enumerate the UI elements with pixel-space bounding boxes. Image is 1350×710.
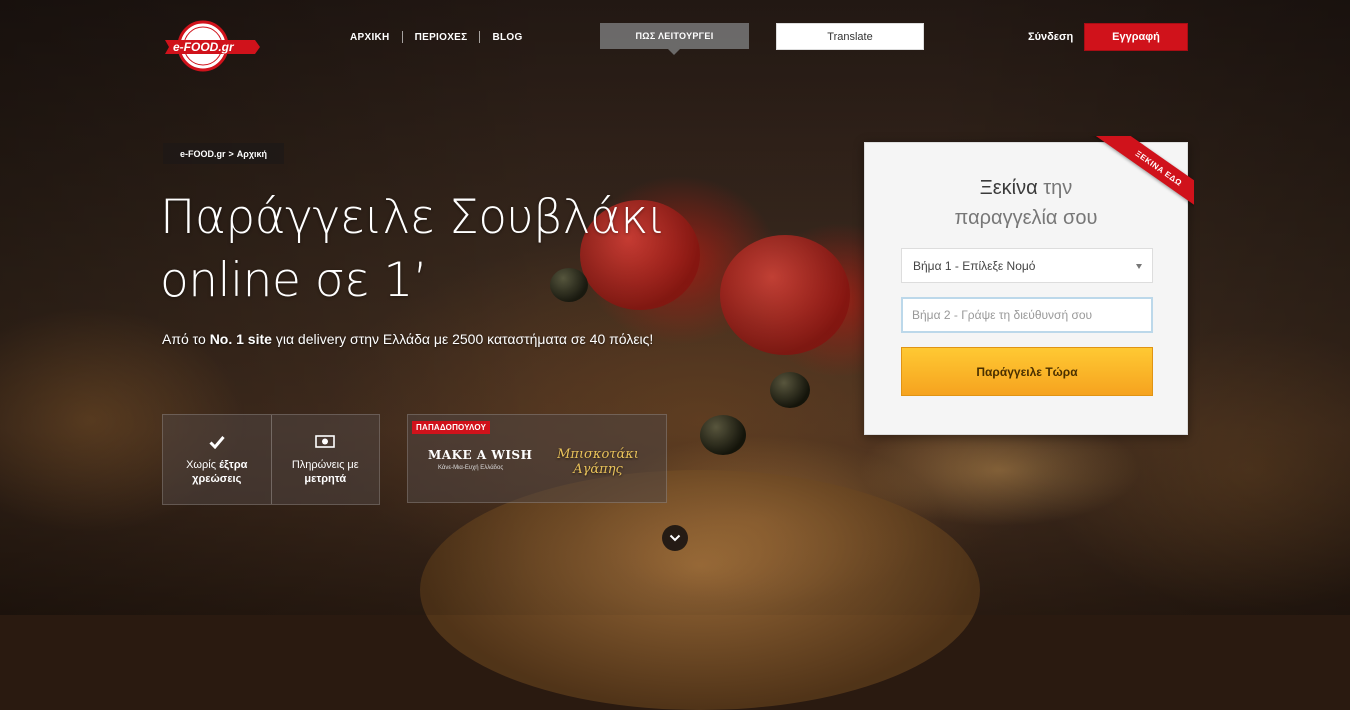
page-title: Παράγγειλε Σουβλάκι online σε 1’ (160, 186, 760, 312)
subtitle-highlight: No. 1 site (209, 331, 272, 347)
main-nav: ΑΡΧΙΚΗ ΠΕΡΙΟΧΕΣ BLOG (350, 31, 523, 43)
hero-subtitle: Από το No. 1 site για delivery στην Ελλά… (162, 331, 653, 347)
region-select-value: Βήμα 1 - Επίλεξε Νομό (913, 258, 1036, 273)
feature-text-bold: μετρητά (304, 472, 347, 485)
feature-text-bold: χρεώσεις (192, 472, 242, 485)
title-strong: Ξεκίνα (979, 177, 1038, 199)
headline-line: Παράγγειλε Σουβλάκι (160, 190, 666, 245)
nav-divider (479, 31, 481, 43)
sponsor-banner[interactable]: ΠΑΠΑΔΟΠΟΥΛΟΥ MAKE A WISH Κάνε-Μια-Ευχή Ε… (407, 414, 667, 503)
login-link[interactable]: Σύνδεση (1028, 31, 1073, 43)
olive-image (700, 415, 746, 455)
nav-home-link[interactable]: ΑΡΧΙΚΗ (350, 32, 390, 43)
features-panel: Χωρίς έξτρα χρεώσεις Πληρώνεις με μετρητ… (162, 414, 380, 505)
scroll-down-button[interactable] (662, 525, 688, 551)
headline-line: online σε 1’ (160, 253, 428, 308)
title-rest: την (1037, 177, 1073, 199)
chevron-down-icon (669, 534, 681, 542)
feature-text: Χωρίς (186, 458, 220, 471)
register-button[interactable]: Εγγραφή (1084, 23, 1188, 51)
translate-button[interactable]: Translate (776, 23, 924, 50)
caret-down-icon (1136, 264, 1142, 269)
nav-divider (401, 31, 403, 43)
feature-cash-payment: Πληρώνεις με μετρητά (270, 415, 380, 504)
order-card-title: Ξεκίνα την παραγγελία σου (865, 173, 1187, 233)
breadcrumb-separator: > (228, 148, 234, 159)
subtitle-text: για delivery στην Ελλάδα με 2500 καταστή… (271, 331, 654, 347)
pizza-board-image (420, 470, 980, 710)
address-input[interactable] (901, 297, 1153, 333)
order-start-card: ΞΕΚΙΝΑ ΕΔΩ Ξεκίνα την παραγγελία σου Βήμ… (864, 136, 1194, 435)
papadopoulou-logo: ΠΑΠΑΔΟΠΟΥΛΟΥ (412, 421, 491, 434)
feature-text-bold: έξτρα (219, 458, 248, 471)
region-select[interactable]: Βήμα 1 - Επίλεξε Νομό (901, 248, 1153, 283)
make-a-wish-tagline: Κάνε-Μια-Ευχή Ελλάδος (438, 465, 504, 471)
make-a-wish-logo: MAKE A WISH (428, 448, 533, 462)
efood-logo[interactable]: e-FOOD.gr (163, 20, 261, 72)
order-now-button[interactable]: Παράγγειλε Τώρα (901, 347, 1153, 396)
olive-image (770, 372, 810, 408)
how-it-works-button[interactable]: ΠΩΣ ΛΕΙΤΟΥΡΓΕΙ (600, 23, 749, 55)
check-icon (209, 434, 225, 450)
cash-icon (315, 434, 336, 450)
svg-text:e-FOOD.gr: e-FOOD.gr (173, 40, 235, 54)
feature-text: Πληρώνεις με (291, 458, 359, 471)
subtitle-text: Από το (162, 331, 210, 347)
breadcrumb: e-FOOD.gr > Αρχική (163, 143, 285, 164)
product-name: Μπισκοτάκι (557, 447, 639, 462)
product-name: Αγάπης (573, 462, 623, 477)
biscuit-product-logo: Μπισκοτάκι Αγάπης (536, 429, 660, 495)
nav-areas-link[interactable]: ΠΕΡΙΟΧΕΣ (415, 32, 468, 43)
breadcrumb-home-link[interactable]: e-FOOD.gr (180, 149, 226, 159)
nav-blog-link[interactable]: BLOG (492, 32, 522, 43)
feature-no-extra-charges: Χωρίς έξτρα χρεώσεις (163, 415, 271, 504)
title-line2: παραγγελία σου (954, 207, 1098, 229)
breadcrumb-current: Αρχική (236, 148, 268, 159)
